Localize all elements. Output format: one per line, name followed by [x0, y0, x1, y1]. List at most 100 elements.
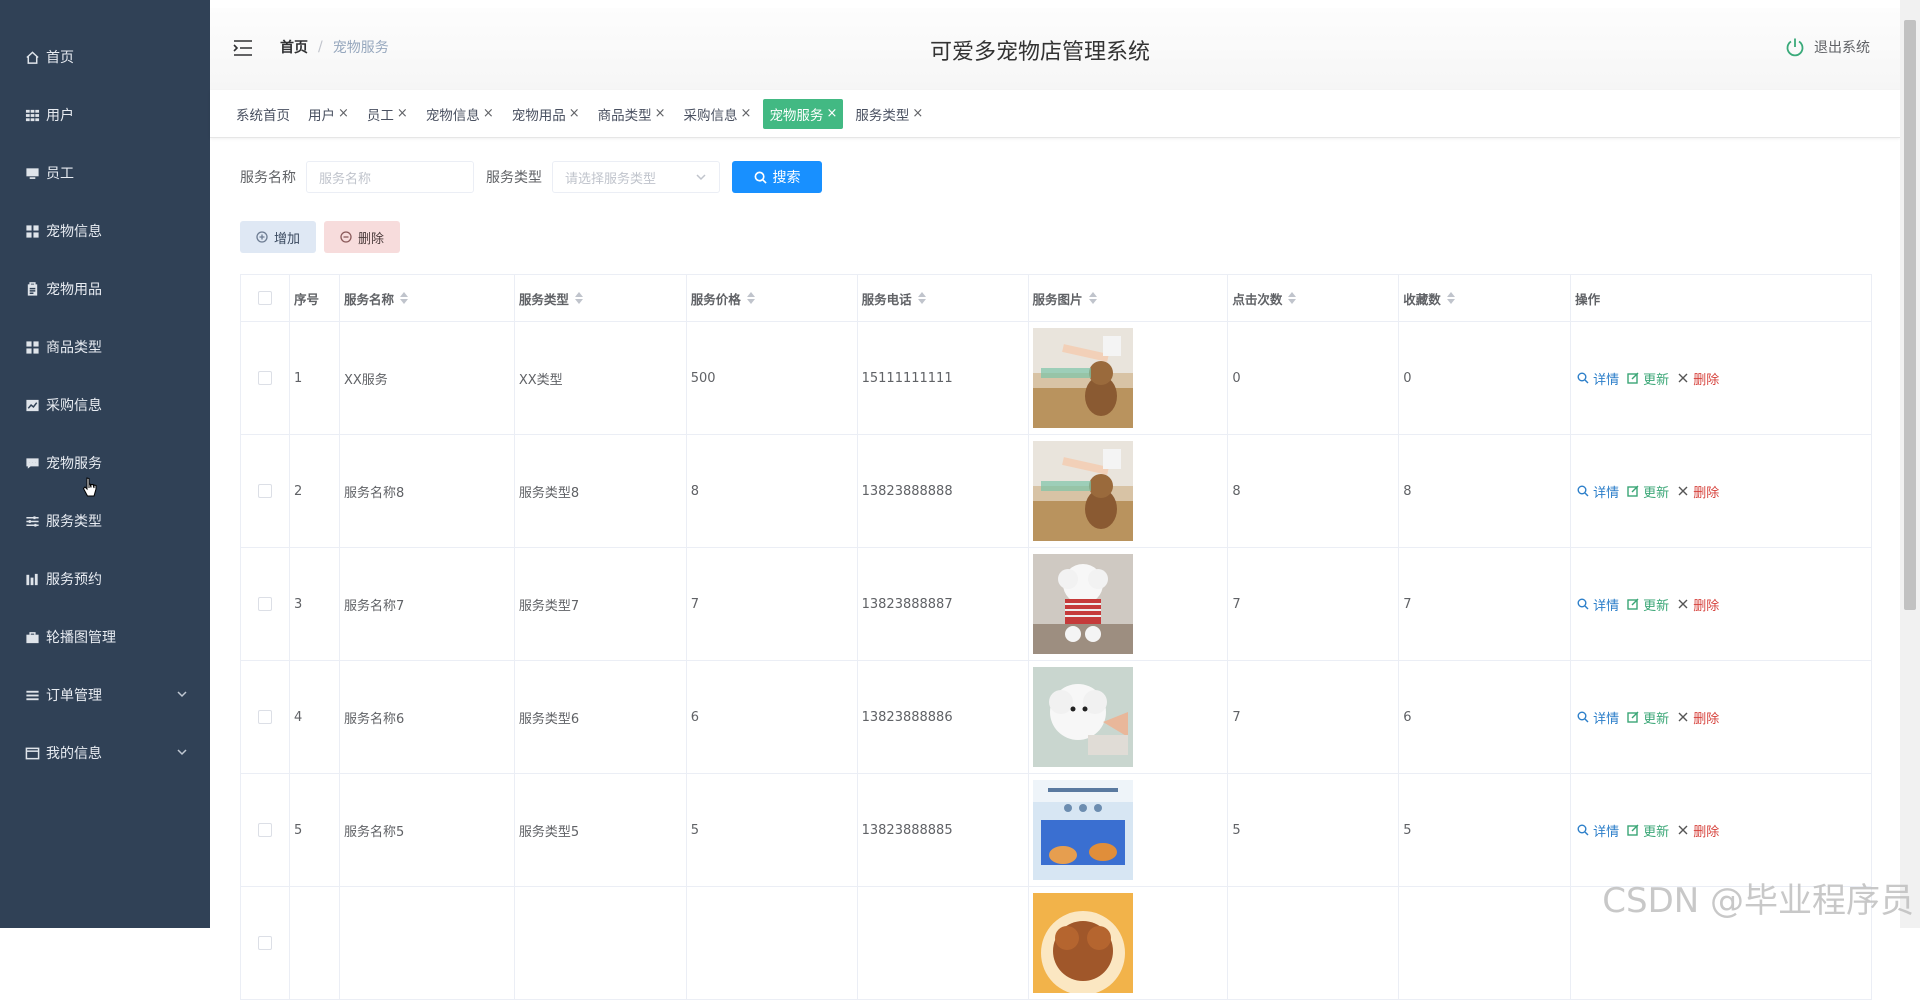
- delete-link[interactable]: 删除: [1677, 595, 1719, 614]
- delete-link[interactable]: 删除: [1677, 821, 1719, 840]
- select-all-cell: [241, 275, 290, 321]
- cell-actions: 详情更新删除: [1571, 435, 1872, 547]
- row-checkbox[interactable]: [258, 710, 272, 724]
- detail-link[interactable]: 详情: [1577, 482, 1619, 501]
- cell-text: 5: [691, 823, 699, 838]
- column-header[interactable]: 服务名称: [340, 275, 515, 321]
- tab-3[interactable]: 宠物信息×: [420, 99, 500, 129]
- scrollbar-thumb[interactable]: [1904, 20, 1916, 610]
- cell-text: 0: [1403, 371, 1411, 386]
- chevron-down-icon[interactable]: [176, 688, 188, 700]
- cell-text: XX类型: [519, 369, 563, 388]
- delete-link[interactable]: 删除: [1677, 708, 1719, 727]
- service-image[interactable]: [1033, 780, 1133, 880]
- cell-clicks: 7: [1228, 661, 1399, 773]
- cell-text: 13823888888: [862, 484, 953, 499]
- sidebar-item-carousel[interactable]: 轮播图管理: [0, 608, 210, 666]
- sidebar-item-staff[interactable]: 员工: [0, 144, 210, 202]
- sidebar-item-users[interactable]: 用户: [0, 86, 210, 144]
- row-checkbox[interactable]: [258, 371, 272, 385]
- sort-icon[interactable]: [747, 292, 755, 304]
- cell-favorites: [1399, 887, 1571, 999]
- service-type-select[interactable]: 请选择服务类型: [552, 161, 720, 193]
- tab-2[interactable]: 员工×: [361, 99, 414, 129]
- sort-icon[interactable]: [1447, 292, 1455, 304]
- column-header[interactable]: 服务类型: [515, 275, 687, 321]
- update-link[interactable]: 更新: [1627, 708, 1669, 727]
- column-header[interactable]: 服务图片: [1029, 275, 1229, 321]
- cell-index: 2: [290, 435, 340, 547]
- row-checkbox[interactable]: [258, 597, 272, 611]
- detail-link[interactable]: 详情: [1577, 821, 1619, 840]
- row-checkbox[interactable]: [258, 823, 272, 837]
- close-icon[interactable]: ×: [912, 106, 923, 121]
- sidebar-item-my-info[interactable]: 我的信息: [0, 724, 210, 782]
- column-header[interactable]: 点击次数: [1228, 275, 1399, 321]
- sort-icon[interactable]: [575, 292, 583, 304]
- row-checkbox[interactable]: [258, 936, 272, 950]
- column-label: 收藏数: [1403, 289, 1441, 308]
- close-icon[interactable]: ×: [655, 106, 666, 121]
- batch-delete-button[interactable]: 删除: [324, 221, 400, 253]
- service-image[interactable]: [1033, 893, 1133, 993]
- chevron-down-icon[interactable]: [176, 746, 188, 758]
- sidebar-item-service-type[interactable]: 服务类型: [0, 492, 210, 550]
- close-icon[interactable]: ×: [397, 106, 408, 121]
- cell-favorites: 8: [1399, 435, 1571, 547]
- column-header[interactable]: 服务价格: [687, 275, 858, 321]
- close-icon[interactable]: ×: [741, 106, 752, 121]
- service-image[interactable]: [1033, 328, 1133, 428]
- delete-link[interactable]: 删除: [1677, 369, 1719, 388]
- tab-5[interactable]: 商品类型×: [592, 99, 672, 129]
- sort-icon[interactable]: [1288, 292, 1296, 304]
- sidebar-item-pet-info[interactable]: 宠物信息: [0, 202, 210, 260]
- service-name-input[interactable]: 服务名称: [306, 161, 474, 193]
- close-icon[interactable]: ×: [569, 106, 580, 121]
- detail-label: 详情: [1593, 482, 1619, 501]
- tab-7[interactable]: 宠物服务×: [763, 99, 843, 129]
- tab-0[interactable]: 系统首页: [230, 99, 296, 129]
- close-icon[interactable]: ×: [826, 106, 837, 121]
- update-link[interactable]: 更新: [1627, 595, 1669, 614]
- sidebar-item-goods-type[interactable]: 商品类型: [0, 318, 210, 376]
- column-label: 服务类型: [519, 289, 569, 308]
- detail-link[interactable]: 详情: [1577, 369, 1619, 388]
- detail-link[interactable]: 详情: [1577, 595, 1619, 614]
- cell-index: 1: [290, 322, 340, 434]
- sidebar-item-orders[interactable]: 订单管理: [0, 666, 210, 724]
- sidebar-item-pet-supplies[interactable]: 宠物用品: [0, 260, 210, 318]
- service-image[interactable]: [1033, 554, 1133, 654]
- cell-phone: 13823888887: [858, 548, 1029, 660]
- cell-text: 服务名称6: [344, 708, 404, 727]
- column-header[interactable]: 收藏数: [1399, 275, 1571, 321]
- select-all-checkbox[interactable]: [258, 291, 272, 305]
- detail-link[interactable]: 详情: [1577, 708, 1619, 727]
- tab-4[interactable]: 宠物用品×: [506, 99, 586, 129]
- service-image[interactable]: [1033, 667, 1133, 767]
- delete-link[interactable]: 删除: [1677, 482, 1719, 501]
- close-icon[interactable]: ×: [338, 106, 349, 121]
- logout-button[interactable]: 退出系统: [1784, 36, 1870, 58]
- sidebar-item-home[interactable]: 首页: [0, 28, 210, 86]
- edit-icon: [1627, 711, 1639, 723]
- sort-icon[interactable]: [400, 292, 408, 304]
- update-link[interactable]: 更新: [1627, 369, 1669, 388]
- tab-6[interactable]: 采购信息×: [678, 99, 758, 129]
- sort-icon[interactable]: [918, 292, 926, 304]
- sidebar-item-label: 订单管理: [46, 685, 102, 705]
- row-checkbox[interactable]: [258, 484, 272, 498]
- page-scrollbar[interactable]: [1900, 0, 1920, 928]
- sidebar-item-booking[interactable]: 服务预约: [0, 550, 210, 608]
- sidebar-item-pet-service[interactable]: 宠物服务: [0, 434, 210, 492]
- add-button[interactable]: 增加: [240, 221, 316, 253]
- update-link[interactable]: 更新: [1627, 821, 1669, 840]
- update-link[interactable]: 更新: [1627, 482, 1669, 501]
- sidebar-item-purchase[interactable]: 采购信息: [0, 376, 210, 434]
- tab-1[interactable]: 用户×: [302, 99, 355, 129]
- sort-icon[interactable]: [1089, 292, 1097, 304]
- service-image[interactable]: [1033, 441, 1133, 541]
- column-header[interactable]: 服务电话: [858, 275, 1029, 321]
- close-icon[interactable]: ×: [483, 106, 494, 121]
- tab-8[interactable]: 服务类型×: [849, 99, 929, 129]
- search-button[interactable]: 搜索: [732, 161, 822, 193]
